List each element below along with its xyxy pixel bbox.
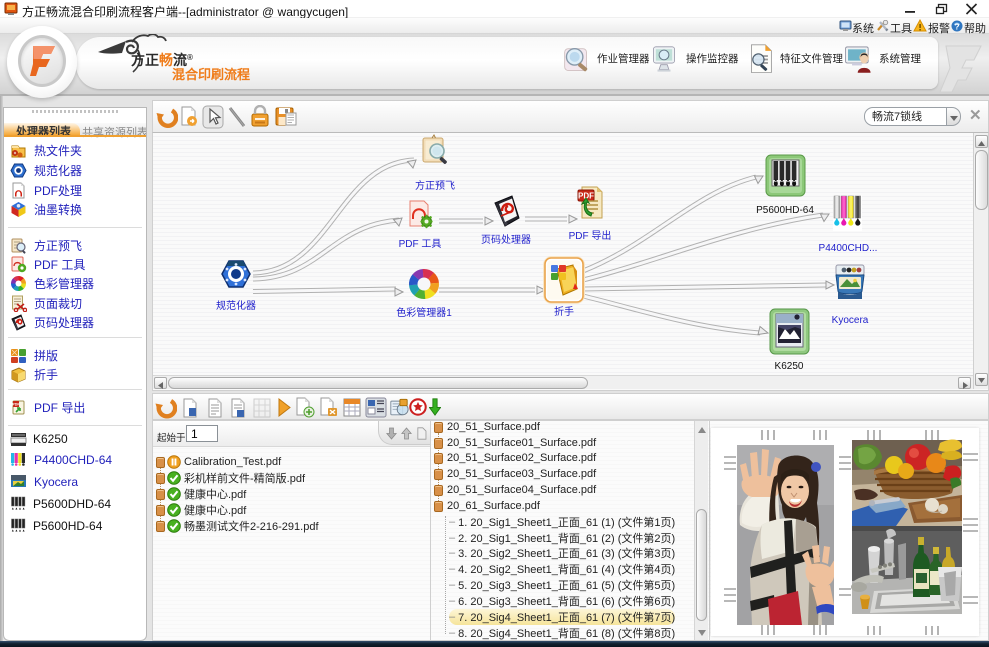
- svg-text:?: ?: [954, 21, 959, 31]
- svg-text:P4400CHD...: P4400CHD...: [819, 243, 878, 254]
- svg-text:PDF 工具: PDF 工具: [399, 238, 442, 250]
- svg-text:色彩管理器1: 色彩管理器1: [396, 306, 452, 319]
- svg-text:页码处理器: 页码处理器: [481, 234, 531, 246]
- svg-text:K6250: K6250: [775, 361, 804, 372]
- svg-text:PDF 导出: PDF 导出: [569, 229, 612, 242]
- svg-text:PDF: PDF: [12, 403, 20, 407]
- svg-text:方正预飞: 方正预飞: [415, 179, 455, 192]
- svg-text:Kyocera: Kyocera: [832, 315, 869, 326]
- svg-text:折手: 折手: [554, 305, 574, 318]
- svg-text:规范化器: 规范化器: [216, 299, 256, 312]
- svg-text:P5600HD-64: P5600HD-64: [756, 205, 814, 216]
